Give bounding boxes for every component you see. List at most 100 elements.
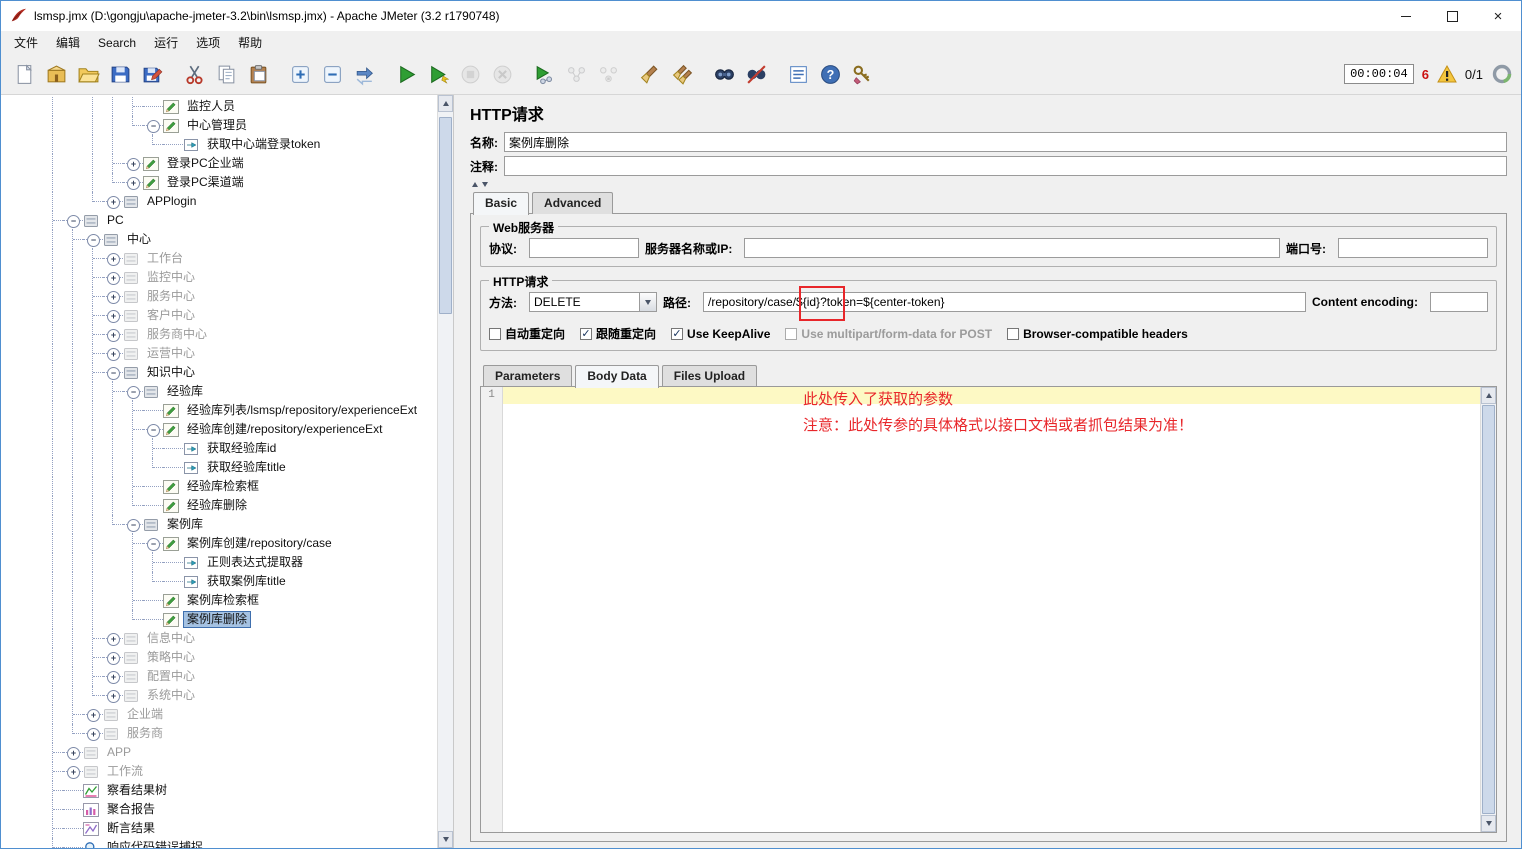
close-button[interactable]: × — [1475, 1, 1521, 31]
warning-icon[interactable] — [1437, 64, 1457, 84]
collapse-handle[interactable]: − — [147, 120, 160, 133]
toolbar-expand-all-button[interactable] — [286, 59, 316, 89]
request-name-input[interactable] — [504, 132, 1507, 152]
toolbar-stop-button[interactable] — [456, 59, 486, 89]
tab-parameters[interactable]: Parameters — [483, 365, 573, 387]
tree-connector[interactable]: + — [103, 667, 123, 686]
checkbox-multipart-post[interactable]: Use multipart/form-data for POST — [785, 327, 992, 341]
tree-node[interactable]: − 中心管理员 — [43, 116, 437, 135]
tree-connector[interactable]: + — [103, 268, 123, 287]
tree-node[interactable]: 正则表达式提取器 — [43, 553, 437, 572]
menu-run[interactable]: 运行 — [145, 31, 187, 54]
menu-file[interactable]: 文件 — [5, 31, 47, 54]
toolbar-clear-all-button[interactable] — [668, 59, 698, 89]
tree-node[interactable]: + 工作台 — [43, 249, 437, 268]
tree-node[interactable]: + 服务商中心 — [43, 325, 437, 344]
scroll-down-button[interactable] — [438, 831, 453, 848]
tree-connector[interactable]: − — [63, 211, 83, 230]
body-data-text-area[interactable]: 此处传入了获取的参数 注意：此处传参的具体格式以接口文档或者抓包结果为准！ — [503, 387, 1480, 832]
tree-connector[interactable]: + — [103, 648, 123, 667]
toolbar-ssl-manager-button[interactable] — [848, 59, 878, 89]
tree-connector[interactable]: − — [123, 515, 143, 534]
collapse-down-icon[interactable] — [482, 182, 488, 187]
expand-handle[interactable]: + — [107, 291, 120, 304]
collapse-handle[interactable]: − — [87, 234, 100, 247]
tree-node[interactable]: + 客户中心 — [43, 306, 437, 325]
tree-node[interactable]: + 登录PC渠道端 — [43, 173, 437, 192]
collapse-handle[interactable]: − — [67, 215, 80, 228]
tree-connector[interactable]: + — [63, 743, 83, 762]
path-input[interactable] — [703, 292, 1307, 312]
menu-search[interactable]: Search — [89, 33, 145, 53]
content-encoding-input[interactable] — [1430, 292, 1488, 312]
tree-node[interactable]: 经验库列表/lsmsp/repository/experienceExt — [43, 401, 437, 420]
collapse-handle[interactable]: − — [107, 367, 120, 380]
scrollbar-track[interactable] — [1481, 404, 1496, 815]
tree-connector[interactable]: − — [143, 534, 163, 553]
expand-handle[interactable]: + — [67, 747, 80, 760]
toolbar-search-button[interactable] — [710, 59, 740, 89]
tree-node[interactable]: + 登录PC企业端 — [43, 154, 437, 173]
tree-connector[interactable]: + — [103, 249, 123, 268]
checkbox-follow-redirects[interactable]: ✓ 跟随重定向 — [580, 325, 656, 342]
method-value-input[interactable] — [529, 292, 639, 312]
server-name-input[interactable] — [744, 238, 1280, 258]
tree-node[interactable]: − 经验库 — [43, 382, 437, 401]
tree-node[interactable]: 获取经验库title — [43, 458, 437, 477]
tree-node[interactable]: + 监控中心 — [43, 268, 437, 287]
tree-node[interactable]: + 运营中心 — [43, 344, 437, 363]
tree-connector[interactable]: − — [83, 230, 103, 249]
expand-handle[interactable]: + — [107, 329, 120, 342]
toolbar-remote-stop-all-button[interactable] — [594, 59, 624, 89]
toolbar-function-helper-button[interactable] — [784, 59, 814, 89]
tree-node[interactable]: − 案例库 — [43, 515, 437, 534]
tree-node[interactable]: + 工作流 — [43, 762, 437, 781]
tree-node[interactable]: + 企业端 — [43, 705, 437, 724]
splitter-toggle-buttons[interactable] — [472, 180, 1507, 189]
tree-connector[interactable]: − — [103, 363, 123, 382]
scroll-down-button[interactable] — [1481, 815, 1496, 832]
tree-node[interactable]: + APP — [43, 743, 437, 762]
toolbar-search-reset-button[interactable] — [742, 59, 772, 89]
tab-files-upload[interactable]: Files Upload — [661, 365, 758, 387]
tree-node[interactable]: 获取中心端登录token — [43, 135, 437, 154]
expand-handle[interactable]: + — [107, 652, 120, 665]
tree-connector[interactable]: + — [103, 686, 123, 705]
tree-connector[interactable]: + — [103, 629, 123, 648]
maximize-button[interactable] — [1429, 1, 1475, 31]
tree-connector[interactable]: + — [103, 192, 123, 211]
expand-handle[interactable]: + — [107, 690, 120, 703]
toolbar-remote-start-all-button[interactable] — [562, 59, 592, 89]
toolbar-remote-start-button[interactable] — [530, 59, 560, 89]
tree-node[interactable]: − 案例库创建/repository/case — [43, 534, 437, 553]
menu-edit[interactable]: 编辑 — [47, 31, 89, 54]
toolbar-save-as-button[interactable] — [138, 59, 168, 89]
toolbar-toggle-button[interactable] — [350, 59, 380, 89]
collapse-up-icon[interactable] — [472, 182, 478, 187]
expand-handle[interactable]: + — [107, 310, 120, 323]
tree-connector[interactable]: − — [143, 420, 163, 439]
tree-node[interactable]: − PC — [43, 211, 437, 230]
tree-node[interactable]: + 策略中心 — [43, 648, 437, 667]
tree-node[interactable]: 案例库删除 — [43, 610, 437, 629]
menu-options[interactable]: 选项 — [187, 31, 229, 54]
protocol-input[interactable] — [529, 238, 639, 258]
tree-node[interactable]: 获取案例库title — [43, 572, 437, 591]
collapse-handle[interactable]: − — [147, 538, 160, 551]
collapse-handle[interactable]: − — [127, 519, 140, 532]
toolbar-paste-button[interactable] — [244, 59, 274, 89]
tab-body-data[interactable]: Body Data — [575, 365, 659, 388]
comment-input[interactable] — [504, 156, 1507, 176]
toolbar-cut-button[interactable] — [180, 59, 210, 89]
tree-node[interactable]: 监控人员 — [43, 97, 437, 116]
tree-node[interactable]: 察看结果树 — [43, 781, 437, 800]
scroll-thumb[interactable] — [1482, 405, 1495, 814]
tree-node[interactable]: 经验库删除 — [43, 496, 437, 515]
tree-connector[interactable]: + — [103, 306, 123, 325]
scrollbar-track[interactable] — [438, 112, 453, 831]
checkbox-auto-redirect[interactable]: 自动重定向 — [489, 325, 565, 342]
scroll-thumb[interactable] — [439, 117, 452, 314]
expand-handle[interactable]: + — [107, 253, 120, 266]
tree-node[interactable]: + 信息中心 — [43, 629, 437, 648]
collapse-handle[interactable]: − — [147, 424, 160, 437]
